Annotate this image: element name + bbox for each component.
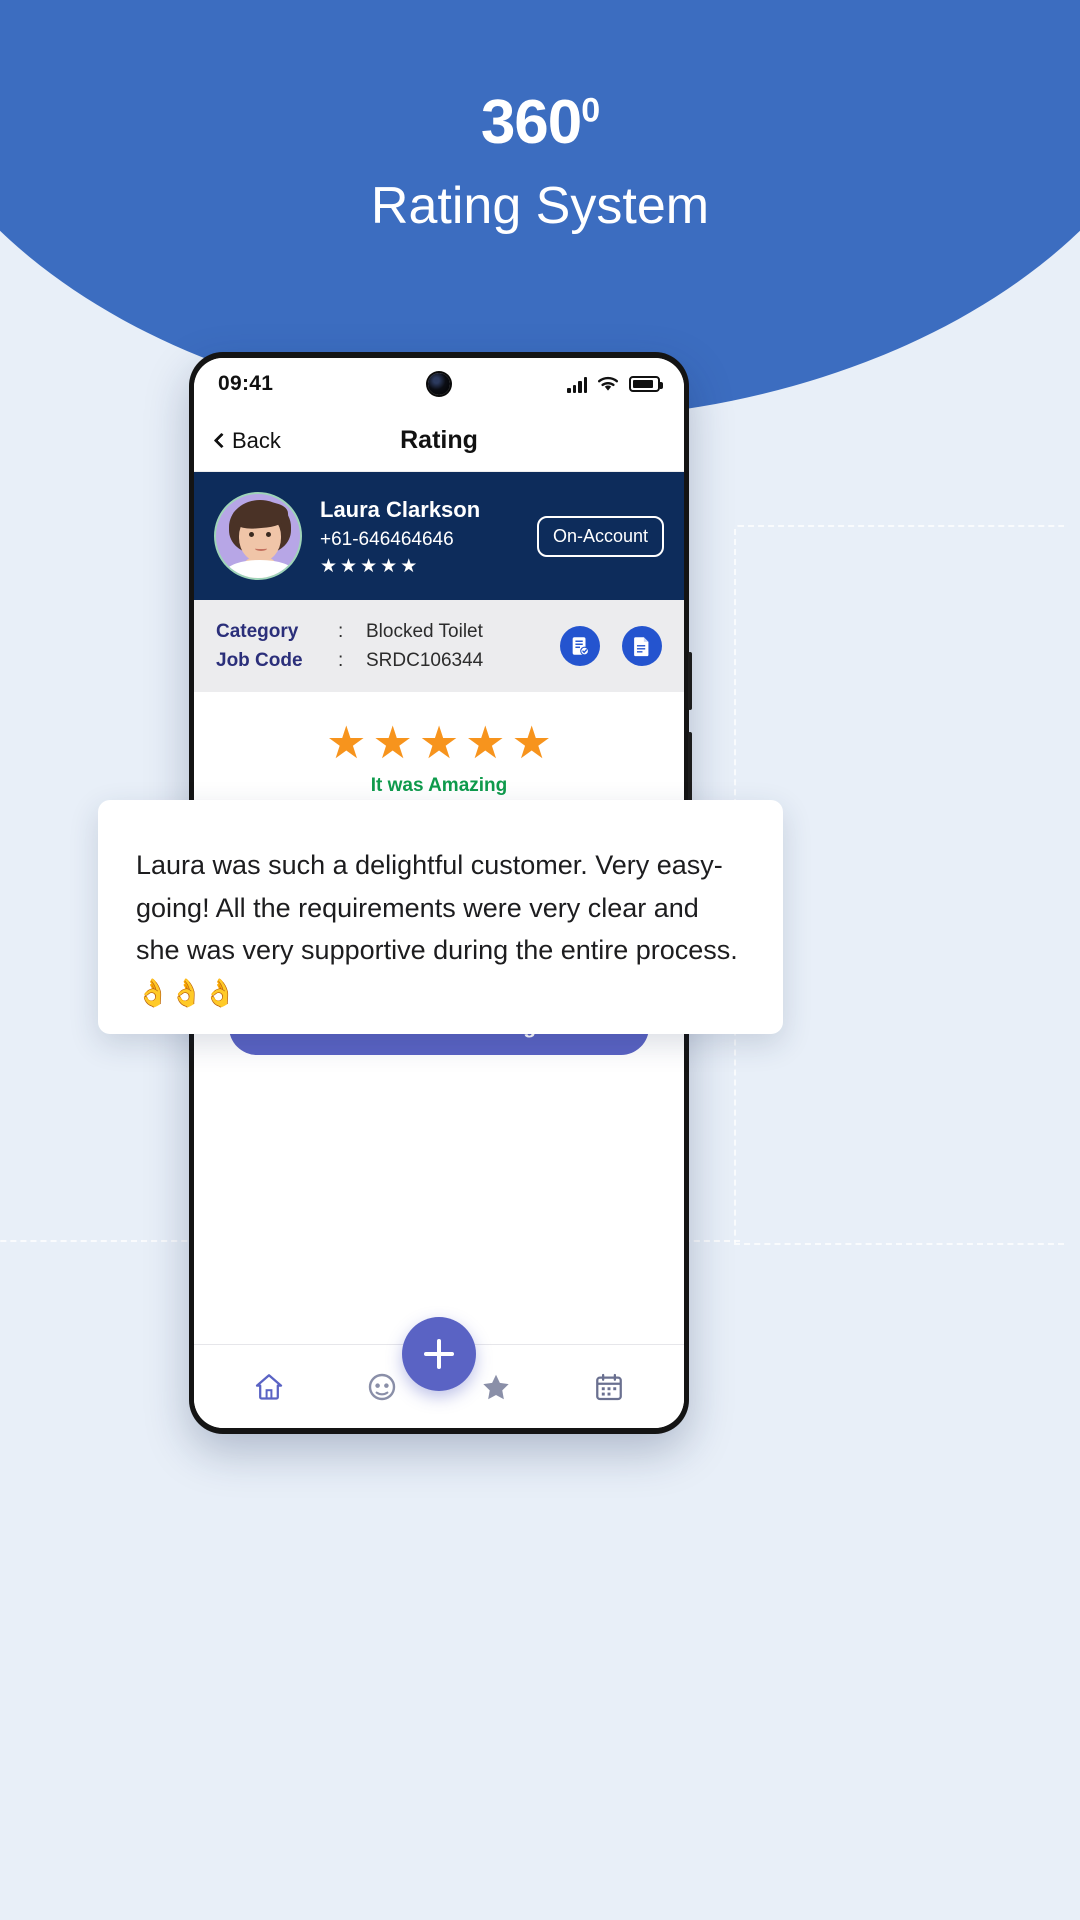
customer-info: Laura Clarkson +61-646464646 ★ ★ ★ ★ ★ bbox=[320, 497, 519, 576]
rating-star-3[interactable]: ★ bbox=[419, 720, 459, 765]
status-icons bbox=[567, 375, 663, 393]
quote-document-icon-glyph bbox=[634, 637, 649, 657]
colon-separator: : bbox=[338, 649, 344, 671]
job-info-rows: Category : Blocked Toilet Job Code : SRD… bbox=[216, 621, 548, 672]
customer-face-icon bbox=[369, 1373, 396, 1400]
status-time: 09:41 bbox=[218, 372, 274, 395]
hero-title-number: 360 bbox=[480, 88, 582, 157]
star-icon: ★ bbox=[400, 555, 418, 577]
star-icon: ★ bbox=[340, 555, 358, 577]
hero-title-degree: 0 bbox=[581, 91, 600, 130]
tab-home[interactable] bbox=[249, 1367, 289, 1407]
avatar bbox=[214, 492, 302, 580]
tab-favourites[interactable] bbox=[476, 1367, 516, 1407]
screen-title: Rating bbox=[400, 426, 478, 454]
bottom-tab-bar bbox=[194, 1317, 684, 1428]
job-action-icons bbox=[560, 626, 662, 666]
plus-icon bbox=[424, 1339, 454, 1369]
rating-star-2[interactable]: ★ bbox=[372, 720, 412, 765]
customer-name: Laura Clarkson bbox=[320, 496, 481, 522]
home-icon bbox=[255, 1373, 282, 1400]
job-info-strip: Category : Blocked Toilet Job Code : SRD… bbox=[194, 600, 684, 692]
status-bar: 09:41 bbox=[194, 358, 684, 410]
star-icon: ★ bbox=[320, 555, 338, 577]
cellular-signal-icon bbox=[567, 376, 587, 393]
job-value-category: Blocked Toilet bbox=[366, 620, 483, 642]
wifi-icon bbox=[598, 376, 618, 391]
page-subtitle: Rating System bbox=[370, 177, 710, 235]
customer-phone: +61-646464646 bbox=[320, 528, 454, 550]
invoice-document-icon[interactable] bbox=[560, 626, 600, 666]
account-type-badge[interactable]: On-Account bbox=[536, 515, 664, 557]
rating-star-4[interactable]: ★ bbox=[465, 720, 505, 765]
customer-rating-stars: ★ ★ ★ ★ ★ bbox=[320, 557, 519, 576]
decorative-dashed-box bbox=[734, 525, 1064, 1245]
rating-caption: It was Amazing bbox=[370, 775, 508, 796]
job-label-category: Category bbox=[216, 620, 299, 642]
colon-separator: : bbox=[338, 620, 344, 642]
star-icon: ★ bbox=[360, 555, 378, 577]
back-button[interactable]: Back bbox=[213, 427, 281, 454]
battery-icon bbox=[629, 376, 663, 392]
add-button[interactable] bbox=[402, 1317, 476, 1391]
customer-profile-card: Laura Clarkson +61-646464646 ★ ★ ★ ★ ★ O… bbox=[194, 472, 684, 600]
chevron-left-icon bbox=[213, 432, 230, 449]
rating-star-1[interactable]: ★ bbox=[326, 720, 366, 765]
job-info-row-jobcode: Job Code : SRDC106344 bbox=[216, 650, 548, 672]
job-info-row-category: Category : Blocked Toilet bbox=[216, 621, 548, 643]
camera-dot-icon bbox=[428, 373, 450, 395]
back-button-label: Back bbox=[232, 427, 281, 453]
page-title: 3600 bbox=[481, 91, 600, 154]
tab-customers[interactable] bbox=[362, 1367, 402, 1407]
calendar-icon bbox=[596, 1373, 623, 1400]
app-navbar: Back Rating bbox=[194, 410, 684, 472]
rating-star-selector[interactable]: ★ ★ ★ ★ ★ bbox=[326, 720, 552, 765]
review-text: Laura was such a delightful customer. Ve… bbox=[136, 850, 738, 1008]
job-label-jobcode: Job Code bbox=[216, 649, 303, 671]
invoice-document-icon-glyph bbox=[572, 637, 589, 656]
job-value-jobcode: SRDC106344 bbox=[366, 649, 484, 671]
star-icon: ★ bbox=[380, 555, 398, 577]
page-root: 3600 Rating System 09:41 Back Rating Lau… bbox=[0, 0, 1080, 1920]
star-icon bbox=[483, 1374, 509, 1399]
tab-calendar[interactable] bbox=[589, 1367, 629, 1407]
quote-document-icon[interactable] bbox=[622, 626, 662, 666]
review-overlay-card: Laura was such a delightful customer. Ve… bbox=[98, 800, 783, 1034]
rating-star-5[interactable]: ★ bbox=[512, 720, 552, 765]
